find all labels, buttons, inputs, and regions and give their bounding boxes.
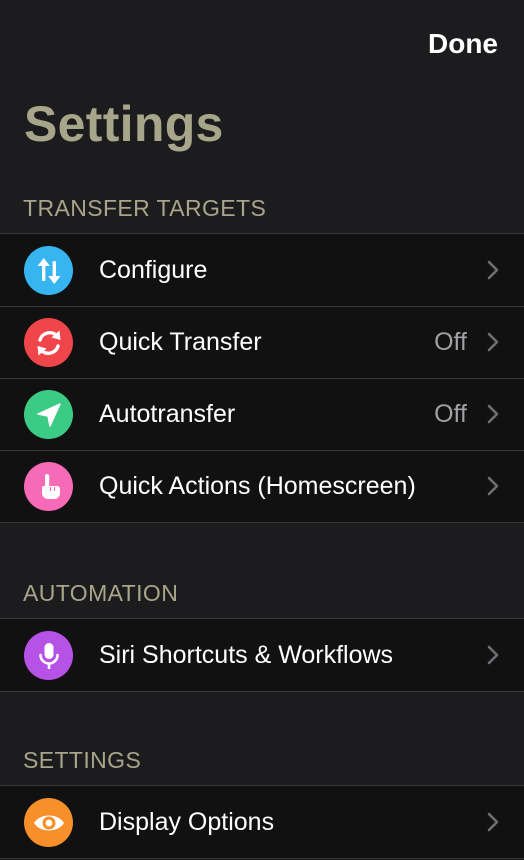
row-label-quick-transfer: Quick Transfer [99,328,262,356]
chevron-right-icon [487,476,499,496]
section-header-automation: AUTOMATION [23,580,179,606]
row-configure[interactable]: Configure [0,234,524,306]
row-quick-actions[interactable]: Quick Actions (Homescreen) [0,450,524,522]
settings-group: Display Options [0,785,524,859]
row-value-autotransfer: Off [434,400,467,428]
row-label-display-options: Display Options [99,808,275,836]
navigation-bar: Done [0,0,524,90]
row-siri-shortcuts[interactable]: Siri Shortcuts & Workflows [0,619,524,691]
chevron-right-icon [487,812,499,832]
settings-screen: Done Settings TRANSFER TARGETS Configure [0,0,524,860]
location-arrow-icon [24,390,73,439]
chevron-right-icon [487,404,499,424]
row-label-autotransfer: Autotransfer [99,400,236,428]
automation-group: Siri Shortcuts & Workflows [0,618,524,692]
row-quick-transfer[interactable]: Quick Transfer Off [0,306,524,378]
arrows-up-down-icon [24,246,73,295]
eye-icon [24,798,73,847]
hand-pointer-icon [24,462,73,511]
row-autotransfer[interactable]: Autotransfer Off [0,378,524,450]
row-label-siri-shortcuts: Siri Shortcuts & Workflows [99,641,394,669]
section-header-transfer-targets: TRANSFER TARGETS [23,195,267,221]
refresh-icon [24,318,73,367]
row-label-quick-actions: Quick Actions (Homescreen) [99,472,416,500]
row-value-quick-transfer: Off [434,328,467,356]
done-button[interactable]: Done [428,26,498,62]
row-display-options[interactable]: Display Options [0,786,524,858]
chevron-right-icon [487,332,499,352]
chevron-right-icon [487,260,499,280]
page-title: Settings [24,96,224,152]
transfer-targets-group: Configure Quick Transfer Off Autotransfe… [0,233,524,523]
microphone-icon [24,631,73,680]
chevron-right-icon [487,645,499,665]
section-header-settings: SETTINGS [23,747,142,773]
row-label-configure: Configure [99,256,208,284]
